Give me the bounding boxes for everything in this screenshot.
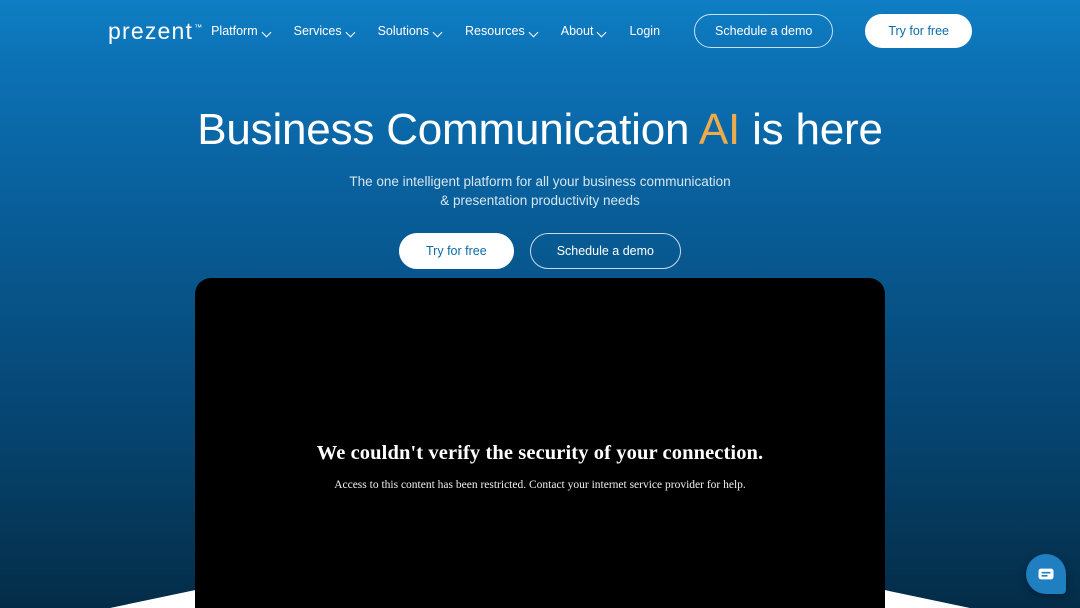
nav-item-solutions[interactable]: Solutions <box>378 24 443 38</box>
hero-subheadline-line2: & presentation productivity needs <box>440 193 640 209</box>
site-header: prezent™ Platform Services Solutions Res… <box>0 0 1080 62</box>
brand-logo[interactable]: prezent™ <box>108 18 202 45</box>
nav-item-label: Services <box>293 24 342 38</box>
hero-schedule-demo-button[interactable]: Schedule a demo <box>529 233 681 270</box>
nav-item-label: Platform <box>211 24 258 38</box>
main-navigation: Platform Services Solutions Resources Ab… <box>211 0 972 62</box>
connection-error-title: We couldn't verify the security of your … <box>316 442 764 464</box>
nav-item-services[interactable]: Services <box>294 24 356 38</box>
nav-item-login[interactable]: Login <box>629 24 660 38</box>
hero-headline-accent: AI <box>698 105 741 154</box>
header-try-for-free-button[interactable]: Try for free <box>865 14 972 48</box>
nav-item-platform[interactable]: Platform <box>211 24 272 38</box>
landing-page: prezent™ Platform Services Solutions Res… <box>0 0 1080 608</box>
nav-item-label: About <box>560 24 594 38</box>
hero-section: Business Communication AI is here The on… <box>0 104 1080 270</box>
nav-item-label: Resources <box>465 24 525 38</box>
nav-item-about[interactable]: About <box>561 24 608 38</box>
nav-item-label: Login <box>629 24 661 38</box>
chevron-down-icon <box>530 28 539 37</box>
hero-subheadline-line1: The one intelligent platform for all you… <box>349 173 731 189</box>
connection-error-message: We couldn't verify the security of your … <box>195 442 885 491</box>
hero-subheadline: The one intelligent platform for all you… <box>0 172 1080 211</box>
hero-headline-part1: Business Communication <box>197 105 699 154</box>
header-schedule-demo-button[interactable]: Schedule a demo <box>694 14 834 48</box>
hero-cta-group: Try for free Schedule a demo <box>0 233 1080 270</box>
trademark-symbol: ™ <box>194 22 203 32</box>
chevron-down-icon <box>434 28 443 37</box>
brand-logo-text: prezent <box>108 17 194 44</box>
hero-headline-part2: is here <box>740 105 883 154</box>
nav-item-resources[interactable]: Resources <box>465 24 539 38</box>
embedded-media-frame: We couldn't verify the security of your … <box>195 278 885 608</box>
chevron-down-icon <box>263 28 272 37</box>
chevron-down-icon <box>347 28 356 37</box>
chat-widget-button[interactable] <box>1026 554 1066 594</box>
nav-item-label: Solutions <box>377 24 430 38</box>
hero-headline: Business Communication AI is here <box>0 104 1080 156</box>
connection-error-description: Access to this content has been restrict… <box>334 479 746 491</box>
chevron-down-icon <box>598 28 607 37</box>
chat-bubble-icon <box>1038 568 1054 580</box>
hero-try-for-free-button[interactable]: Try for free <box>399 233 514 270</box>
